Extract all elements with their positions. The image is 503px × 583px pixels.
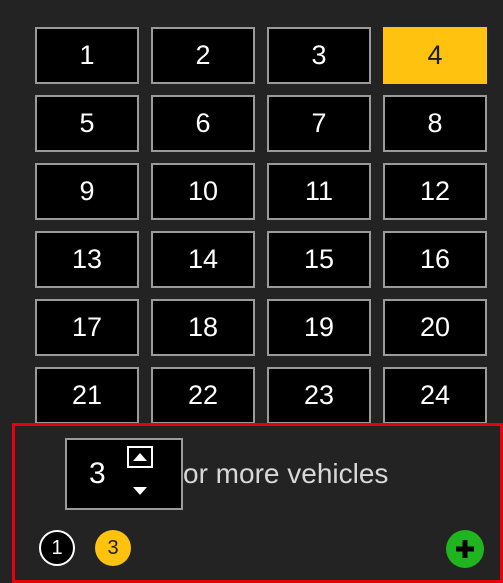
- grid-cell-3[interactable]: 3: [267, 27, 371, 84]
- vehicle-count-value[interactable]: 3: [89, 440, 106, 508]
- increment-button[interactable]: [127, 446, 153, 468]
- grid-cell-22[interactable]: 22: [151, 367, 255, 424]
- badge-3[interactable]: 3: [95, 530, 131, 566]
- vehicle-count-suffix: or more vehicles: [183, 458, 389, 489]
- grid-cell-23[interactable]: 23: [267, 367, 371, 424]
- grid-cell-24[interactable]: 24: [383, 367, 487, 424]
- number-grid: 1 2 3 4 5 6 7 8 9 10 11 12 13 14 15 16 17 18 19 20 21 22 23 24: [35, 27, 487, 424]
- triangle-up-icon: [133, 453, 147, 461]
- grid-cell-15[interactable]: 15: [267, 231, 371, 288]
- grid-cell-18[interactable]: 18: [151, 299, 255, 356]
- grid-cell-13[interactable]: 13: [35, 231, 139, 288]
- grid-cell-6[interactable]: 6: [151, 95, 255, 152]
- grid-cell-17[interactable]: 17: [35, 299, 139, 356]
- grid-cell-19[interactable]: 19: [267, 299, 371, 356]
- vehicle-count-stepper[interactable]: 3: [65, 438, 183, 510]
- grid-cell-7[interactable]: 7: [267, 95, 371, 152]
- grid-cell-10[interactable]: 10: [151, 163, 255, 220]
- grid-cell-5[interactable]: 5: [35, 95, 139, 152]
- decrement-button[interactable]: [127, 480, 153, 502]
- grid-cell-12[interactable]: 12: [383, 163, 487, 220]
- grid-cell-14[interactable]: 14: [151, 231, 255, 288]
- grid-cell-9[interactable]: 9: [35, 163, 139, 220]
- plus-icon: [456, 540, 474, 558]
- grid-cell-16[interactable]: 16: [383, 231, 487, 288]
- grid-cell-21[interactable]: 21: [35, 367, 139, 424]
- triangle-down-icon: [133, 487, 147, 495]
- grid-cell-2[interactable]: 2: [151, 27, 255, 84]
- grid-cell-11[interactable]: 11: [267, 163, 371, 220]
- grid-cell-4[interactable]: 4: [383, 27, 487, 84]
- grid-cell-1[interactable]: 1: [35, 27, 139, 84]
- vehicle-filter-panel: 3 or more vehicles 1 3: [12, 423, 503, 583]
- add-button[interactable]: [446, 530, 484, 568]
- badge-1[interactable]: 1: [39, 530, 75, 566]
- grid-cell-20[interactable]: 20: [383, 299, 487, 356]
- grid-cell-8[interactable]: 8: [383, 95, 487, 152]
